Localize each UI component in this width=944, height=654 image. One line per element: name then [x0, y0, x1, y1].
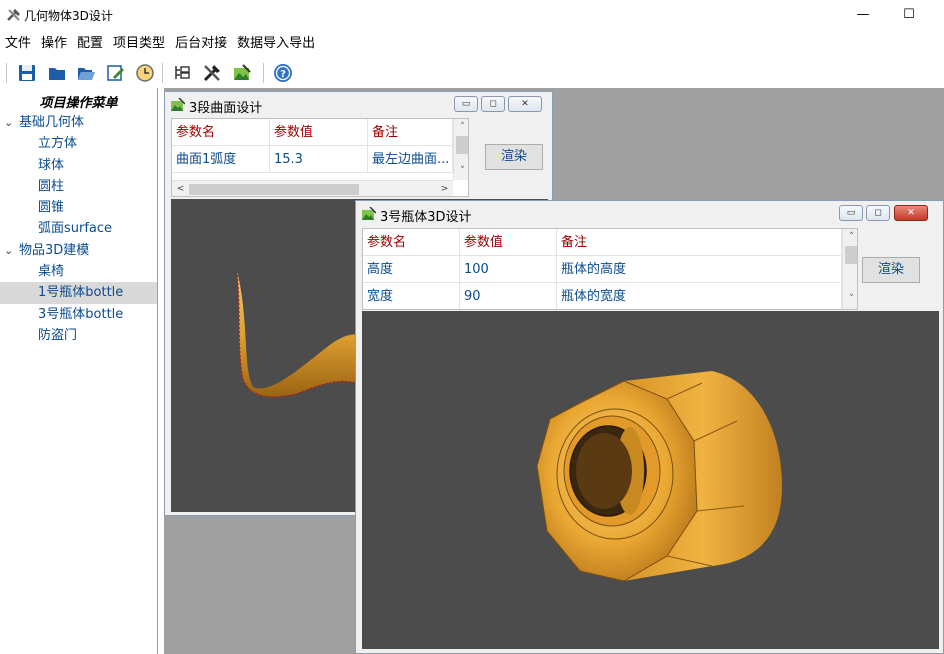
scroll-down-icon[interactable]: ˅	[843, 291, 857, 308]
folder-open-icon[interactable]	[75, 62, 97, 84]
minimize-button[interactable]: —	[840, 0, 886, 30]
parameter-grid[interactable]: 参数名 参数值 备注 高度 100 瓶体的高度 宽度 90 瓶体的宽度 ˄ ˅	[362, 228, 858, 310]
table-row[interactable]: 高度 100 瓶体的高度	[363, 256, 842, 283]
minimize-button[interactable]: ▭	[839, 205, 863, 221]
horizontal-scrollbar[interactable]: < >	[172, 180, 453, 196]
scroll-down-icon[interactable]: ˅	[454, 163, 468, 180]
menu-config[interactable]: 配置	[72, 34, 108, 54]
maximize-button[interactable]: ☐	[886, 0, 932, 30]
image-tools-icon	[171, 98, 185, 111]
scroll-thumb[interactable]	[189, 184, 359, 195]
scroll-thumb[interactable]	[845, 246, 857, 264]
table-cell[interactable]: 瓶体的宽度	[557, 283, 842, 309]
menu-import-export[interactable]: 数据导入导出	[232, 34, 320, 54]
table-row[interactable]: 曲面1弧度 15.3 最左边曲面...	[172, 146, 453, 173]
toolbar-grip	[6, 63, 7, 83]
close-button[interactable]: ✕	[508, 96, 542, 112]
tree-item-arc-surface[interactable]: 弧面surface	[0, 218, 157, 239]
folder-closed-icon[interactable]	[46, 62, 68, 84]
column-header: 参数值	[270, 119, 368, 146]
help-icon[interactable]: ?	[272, 62, 294, 84]
title-bar: 几何物体3D设计 — ☐	[0, 0, 944, 30]
save-icon[interactable]	[16, 62, 38, 84]
table-cell[interactable]: 宽度	[363, 283, 460, 309]
column-header: 备注	[557, 229, 842, 256]
vertical-scrollbar[interactable]: ˄ ˅	[842, 229, 857, 309]
svg-text:?: ?	[280, 69, 286, 80]
toolbar-separator	[162, 63, 163, 83]
sidebar-title: 项目操作菜单	[39, 96, 118, 111]
column-header: 参数名	[363, 229, 460, 256]
tools-app-icon	[7, 9, 20, 21]
window-title: 3号瓶体3D设计	[380, 210, 472, 225]
maximize-button[interactable]: ◻	[866, 205, 890, 221]
window-title: 几何物体3D设计	[24, 9, 113, 23]
tools-icon[interactable]	[201, 62, 223, 84]
render-button[interactable]: 渲染	[485, 144, 543, 170]
grid-header-row: 参数名 参数值 备注	[363, 229, 842, 256]
tree-item-bottle-3[interactable]: 3号瓶体bottle	[0, 304, 157, 325]
tree-item-bottle-1[interactable]: 1号瓶体bottle	[0, 282, 157, 304]
column-header: 备注	[368, 119, 453, 146]
vertical-scrollbar[interactable]: ˄ ˅	[453, 119, 468, 180]
project-menu-sidebar: 项目操作菜单 ⌄ 基础几何体 立方体 球体 圆柱 圆锥 弧面surface ⌄ …	[0, 88, 158, 654]
menu-backend[interactable]: 后台对接	[170, 34, 232, 54]
table-row[interactable]: 宽度 90 瓶体的宽度	[363, 283, 842, 309]
scroll-right-icon[interactable]: >	[436, 181, 453, 196]
scroll-up-icon[interactable]: ˄	[843, 229, 857, 246]
tree-group-label: 物品3D建模	[19, 242, 90, 258]
close-button[interactable]: ✕	[894, 205, 928, 221]
clock-icon[interactable]	[134, 62, 156, 84]
table-cell[interactable]: 最左边曲面...	[368, 146, 453, 173]
surface-design-caption: 3段曲面设计 ▭ ◻ ✕	[165, 92, 552, 116]
tree-item-cone[interactable]: 圆锥	[0, 197, 157, 218]
chevron-down-icon[interactable]: ⌄	[4, 112, 13, 133]
table-cell[interactable]: 15.3	[270, 146, 368, 173]
maximize-button[interactable]: ◻	[481, 96, 505, 112]
render-button[interactable]: 渲染	[862, 257, 920, 283]
scroll-up-icon[interactable]: ˄	[454, 119, 468, 136]
mdi-workspace: 3段曲面设计 ▭ ◻ ✕ 参数名 参数值 备注 曲面1弧度 15.3 最左边曲面…	[164, 88, 944, 654]
bottle-design-window[interactable]: 3号瓶体3D设计 ▭ ◻ ✕ 参数名 参数值 备注 高度 100 瓶体的高度 宽…	[355, 200, 944, 654]
column-header: 参数名	[172, 119, 270, 146]
tree-item-table-chair[interactable]: 桌椅	[0, 261, 157, 282]
menu-bar: 文件 操作 配置 项目类型 后台对接 数据导入导出	[0, 34, 320, 54]
tree-group-basic-geometry[interactable]: ⌄ 基础几何体	[0, 112, 157, 133]
toolbar: ?	[0, 57, 944, 88]
parameter-grid[interactable]: 参数名 参数值 备注 曲面1弧度 15.3 最左边曲面... ˄ ˅ < >	[171, 118, 469, 197]
menu-project-type[interactable]: 项目类型	[108, 34, 170, 54]
window-title: 3段曲面设计	[189, 101, 263, 116]
table-cell[interactable]: 100	[460, 256, 557, 283]
tree-group-label: 基础几何体	[19, 115, 85, 130]
tree-item-cylinder[interactable]: 圆柱	[0, 176, 157, 197]
toolbar-separator-2	[263, 63, 264, 83]
menu-file[interactable]: 文件	[0, 34, 36, 54]
chevron-down-icon[interactable]: ⌄	[4, 240, 13, 261]
tree-list-icon[interactable]	[171, 62, 193, 84]
table-cell[interactable]: 瓶体的高度	[557, 256, 842, 283]
bottle-design-caption: 3号瓶体3D设计 ▭ ◻ ✕	[356, 201, 943, 225]
grid-header-row: 参数名 参数值 备注	[172, 119, 453, 146]
column-header: 参数值	[460, 229, 557, 256]
scroll-left-icon[interactable]: <	[172, 181, 189, 196]
table-cell[interactable]: 曲面1弧度	[172, 146, 270, 173]
image-tools-icon	[362, 207, 376, 220]
table-cell[interactable]: 90	[460, 283, 557, 309]
tree-item-security-door[interactable]: 防盗门	[0, 325, 157, 346]
3d-viewport[interactable]	[362, 311, 939, 649]
menu-operation[interactable]: 操作	[36, 34, 72, 54]
minimize-button[interactable]: ▭	[454, 96, 478, 112]
bottle-model-render	[536, 371, 782, 582]
scroll-thumb[interactable]	[456, 136, 468, 154]
table-cell[interactable]: 高度	[363, 256, 460, 283]
edit-icon[interactable]	[104, 62, 126, 84]
tree-group-item-modeling[interactable]: ⌄ 物品3D建模	[0, 240, 157, 261]
tree-item-sphere[interactable]: 球体	[0, 155, 157, 176]
tree-item-cube[interactable]: 立方体	[0, 133, 157, 154]
image-tools-icon[interactable]	[231, 62, 253, 84]
